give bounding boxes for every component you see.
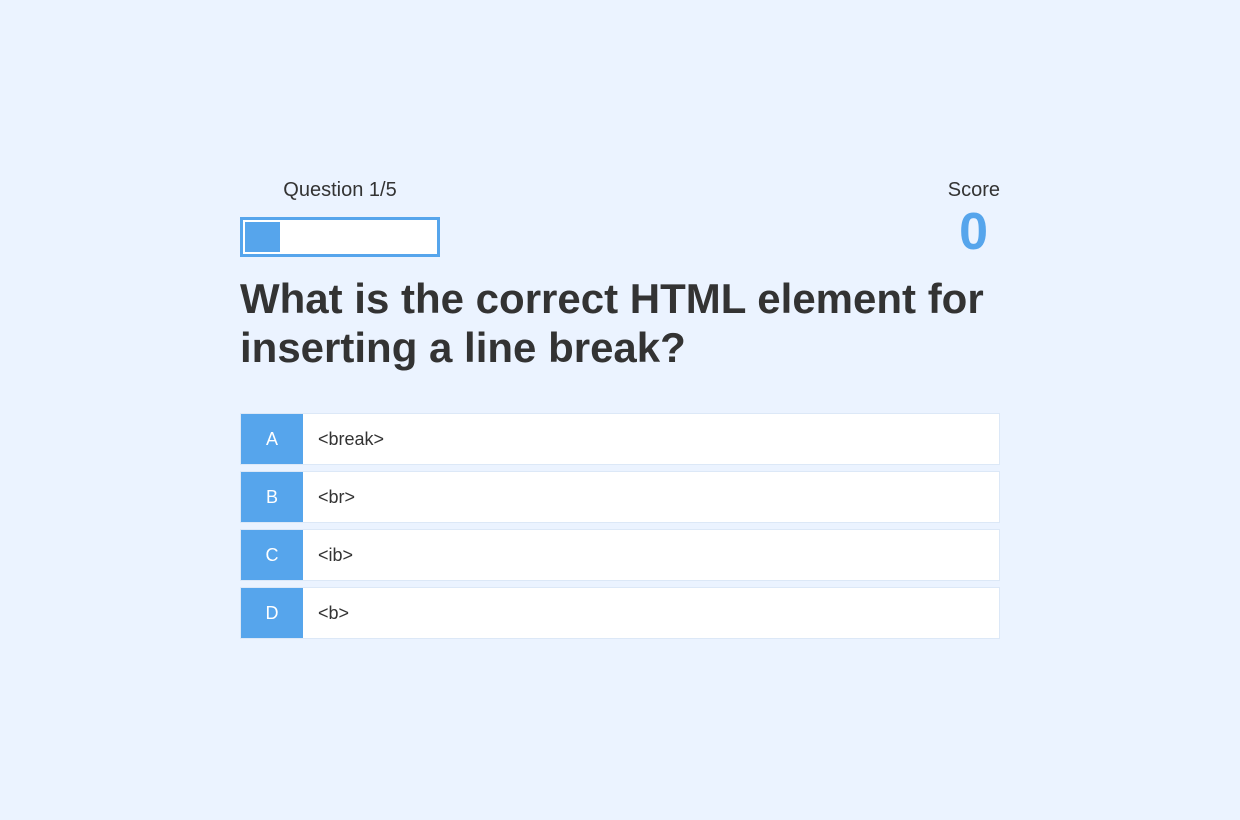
choice-container-b[interactable]: B <br> — [240, 471, 1000, 523]
progress-bar-fill — [243, 220, 282, 254]
choice-container-d[interactable]: D <b> — [240, 587, 1000, 639]
choice-prefix: D — [241, 588, 303, 638]
progress-block: Question 1/5 — [240, 178, 440, 257]
quiz-container: Question 1/5 Score 0 What is the correct… — [240, 178, 1000, 645]
choice-container-c[interactable]: C <ib> — [240, 529, 1000, 581]
choice-list: A <break> B <br> C <ib> D <b> — [240, 413, 1000, 639]
choice-text[interactable]: <br> — [303, 472, 355, 522]
choice-text[interactable]: <ib> — [303, 530, 353, 580]
choice-prefix: C — [241, 530, 303, 580]
choice-prefix: A — [241, 414, 303, 464]
score-value: 0 — [959, 203, 988, 261]
score-label: Score — [947, 179, 1000, 201]
hud: Question 1/5 Score 0 — [240, 178, 1000, 270]
choice-text[interactable]: <break> — [303, 414, 384, 464]
choice-prefix: B — [241, 472, 303, 522]
progress-text: Question 1/5 — [283, 179, 397, 201]
score-block: Score 0 — [880, 178, 1000, 262]
choice-container-a[interactable]: A <break> — [240, 413, 1000, 465]
question-text: What is the correct HTML element for ins… — [240, 275, 984, 371]
choice-text[interactable]: <b> — [303, 588, 349, 638]
progress-bar — [240, 217, 440, 257]
